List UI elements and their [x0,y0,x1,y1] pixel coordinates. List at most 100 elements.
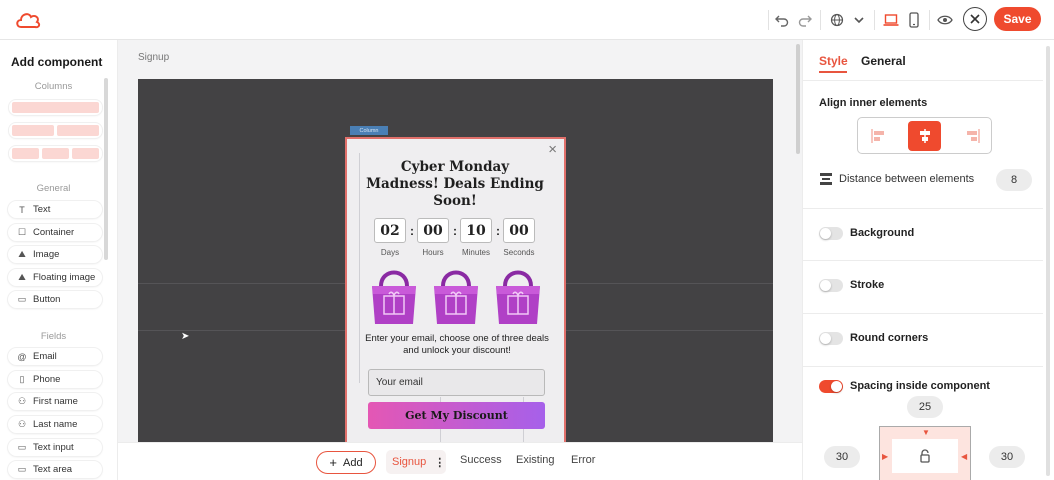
text-icon: T [19,204,25,215]
decoration-line [359,153,360,383]
field-text-area[interactable]: ▭ Text area [8,461,102,478]
email-field[interactable]: Your email [368,369,545,396]
popup-close-icon[interactable]: × [548,141,557,158]
page-label: Signup [138,52,170,63]
popup-preview[interactable]: × Cyber Monday Madness! Deals Ending Soo… [345,137,566,447]
distance-input[interactable]: 8 [996,169,1032,191]
timer-hours: 00 Hours [417,218,449,257]
step-tab-success[interactable]: Success [460,454,502,466]
left-panel-scrollbar[interactable] [104,78,108,260]
field-label: Text area [33,464,73,475]
component-floating-image[interactable]: ⛰ Floating image [8,269,102,286]
stroke-label: Stroke [850,279,885,291]
plus-icon: + [329,455,337,470]
component-label: Text [33,204,51,215]
component-container[interactable]: ☐ Container [8,224,102,241]
field-email[interactable]: @ Email [8,348,102,365]
background-toggle[interactable] [819,227,843,240]
redo-icon[interactable] [795,10,815,30]
column-layout-2[interactable] [9,123,102,138]
tab-general[interactable]: General [861,54,906,68]
align-left-option[interactable] [861,121,894,151]
component-text[interactable]: T Text [8,201,102,218]
columns-section-label: Columns [34,81,73,92]
timer-value: 00 [503,218,535,243]
timer-seconds: 00 Seconds [503,218,535,257]
add-label: Add [343,456,363,469]
column-layout-1[interactable] [9,100,102,115]
divider [803,313,1043,314]
timer-separator: : [453,224,457,238]
stroke-toggle[interactable] [819,279,843,292]
spacing-toggle[interactable] [819,380,843,393]
properties-panel: Style General Align inner elements Dista… [802,40,1054,480]
canvas-scrollbar[interactable] [796,44,800,154]
round-corners-toggle[interactable] [819,332,843,345]
toolbar-divider [929,10,930,30]
popup-description[interactable]: Enter your email, choose one of three de… [365,333,549,357]
right-panel-scrollbar[interactable] [1046,46,1050,476]
column-tag[interactable]: Column [350,126,388,135]
step-label: Signup [392,456,427,468]
component-label: Container [33,227,75,238]
distance-icon [820,173,832,185]
at-icon: @ [17,351,27,362]
align-center-option[interactable] [908,121,941,151]
step-tab-signup[interactable]: Signup ⋮ [386,450,446,474]
shopping-bag-icon[interactable] [491,264,545,328]
close-editor-button[interactable] [963,7,987,31]
align-options [857,117,992,154]
field-label: Email [33,351,57,362]
padding-left-input[interactable]: 30 [824,446,860,468]
more-options-icon[interactable]: ⋮ [434,456,445,469]
text-input-icon: ▭ [17,442,27,452]
timer-separator: : [496,224,500,238]
field-last-name[interactable]: ⚇ Last name [8,416,102,433]
align-heading: Align inner elements [819,97,928,109]
add-step-button[interactable]: + Add [316,451,376,474]
lock-icon[interactable] [919,449,931,463]
get-discount-button[interactable]: Get My Discount [368,402,545,429]
divider [803,208,1043,209]
distance-row: Distance between elements [819,173,974,185]
column-layout-3[interactable] [9,146,102,161]
spacing-label: Spacing inside component [850,380,990,392]
align-right-icon [966,129,980,143]
close-icon [970,14,980,24]
mobile-icon[interactable] [904,10,924,30]
general-section-label: General [36,183,71,194]
save-button[interactable]: Save [994,7,1041,31]
align-center-icon [919,129,930,143]
undo-icon[interactable] [772,10,792,30]
shopping-bag-icon[interactable] [367,264,421,328]
desktop-icon[interactable] [881,10,901,30]
padding-right-input[interactable]: 30 [989,446,1025,468]
timer-days: 02 Days [374,218,406,257]
phone-icon: ▯ [19,374,25,384]
component-button[interactable]: ▭ Button [8,291,102,308]
tab-style[interactable]: Style [819,54,848,68]
timer-label: Days [380,248,400,257]
panel-title: Add component [11,55,103,69]
globe-icon[interactable] [827,10,847,30]
padding-top-input[interactable]: 25 [907,396,943,418]
active-tab-indicator [819,71,847,73]
distance-label: Distance between elements [839,173,975,185]
timer-label: Hours [422,248,444,257]
brand-logo-icon[interactable] [14,10,42,30]
timer-value: 10 [460,218,492,243]
align-right-option[interactable] [956,121,989,151]
shopping-bag-icon[interactable] [429,264,483,328]
chevron-down-icon[interactable] [849,10,869,30]
field-text-input[interactable]: ▭ Text input [8,439,102,456]
field-first-name[interactable]: ⚇ First name [8,393,102,410]
align-left-icon [870,129,884,143]
field-phone[interactable]: ▯ Phone [8,371,102,388]
round-corners-label: Round corners [850,332,929,344]
component-image[interactable]: ⛰ Image [8,246,102,263]
popup-title[interactable]: Cyber Monday Madness! Deals Ending Soon! [365,159,545,210]
eye-icon[interactable] [935,10,955,30]
step-tab-error[interactable]: Error [571,454,595,466]
arrow-left-icon: ◀ [961,452,968,461]
step-tab-existing[interactable]: Existing [516,454,555,466]
